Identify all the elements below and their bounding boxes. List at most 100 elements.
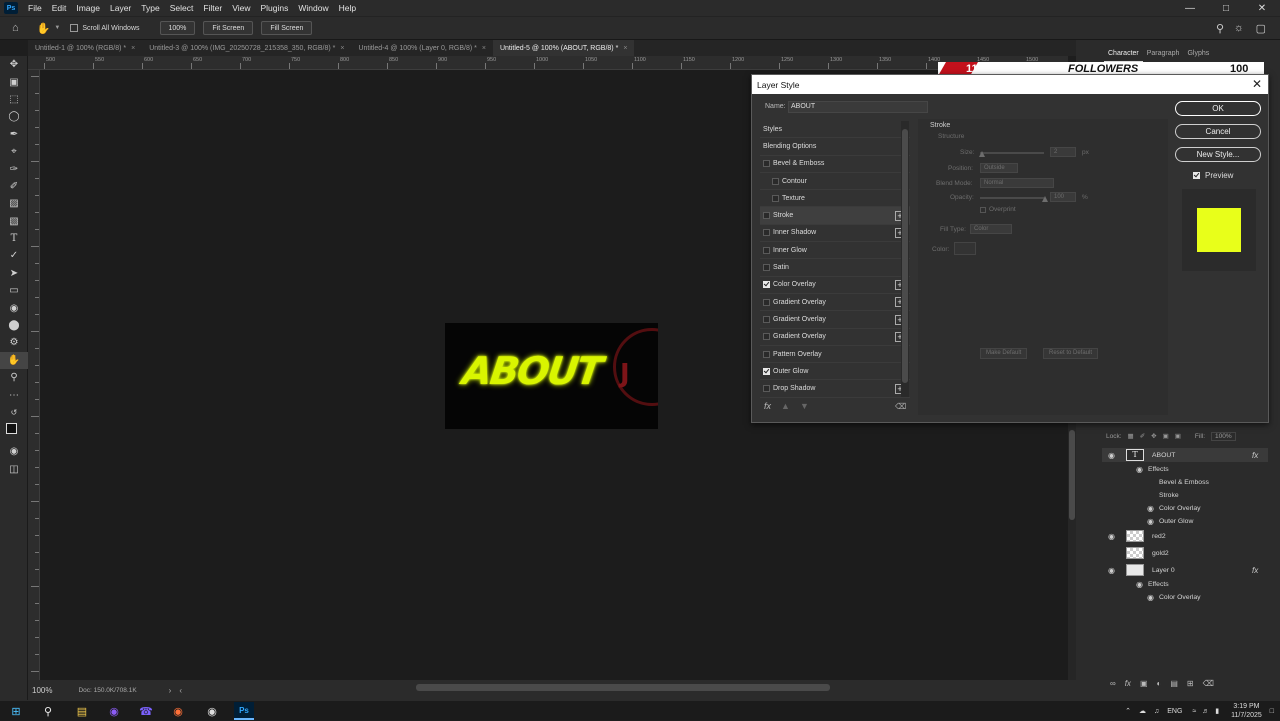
language-indicator[interactable]: ENG (1167, 708, 1182, 715)
rectangle-tool-icon[interactable]: ▭ (0, 282, 28, 299)
eyedropper-tool-icon[interactable]: ✑ (0, 160, 28, 177)
volume-icon[interactable]: ♬ (1202, 708, 1209, 715)
maximize-icon[interactable]: □ (1208, 0, 1244, 16)
folder-icon[interactable]: ▤ (1170, 679, 1178, 691)
menu-type[interactable]: Type (136, 3, 164, 13)
layer-name[interactable]: ABOUT (1152, 452, 1175, 459)
fx-icon[interactable]: fx (1252, 451, 1258, 460)
style-stroke[interactable]: Stroke + (760, 207, 910, 225)
marquee-tool-icon[interactable]: ⬚ (0, 91, 28, 108)
checkbox-icon[interactable] (763, 212, 770, 220)
minimize-icon[interactable]: — (1172, 0, 1208, 16)
search-icon[interactable]: ⚲ (40, 703, 56, 719)
new-layer-icon[interactable]: ⊞ (1187, 679, 1194, 691)
zoom-level[interactable]: 100% (32, 686, 52, 695)
close-icon[interactable]: × (131, 45, 135, 52)
checkbox-icon[interactable] (763, 229, 770, 237)
crop-tool-icon[interactable]: ⌖ (0, 143, 28, 160)
workspace-icon[interactable]: ▢ (1256, 22, 1266, 35)
layer-row-about[interactable]: ◉ T ABOUT fx (1102, 448, 1268, 462)
chevron-up-icon[interactable]: ⌃ (1125, 707, 1131, 715)
mask-icon[interactable]: ▣ (1140, 679, 1148, 691)
trash-icon[interactable]: ⌫ (895, 402, 906, 411)
more-tools-icon[interactable]: ⋯ (0, 386, 28, 403)
menu-filter[interactable]: Filter (198, 3, 227, 13)
effect-row[interactable]: Stroke (1102, 489, 1268, 501)
style-pattern-overlay[interactable]: Pattern Overlay (760, 346, 910, 364)
tab-character[interactable]: Character (1104, 48, 1143, 62)
fx-icon[interactable]: fx (764, 401, 771, 411)
close-icon[interactable]: × (623, 45, 627, 52)
close-icon[interactable]: × (340, 45, 344, 52)
styles-list-item[interactable]: Blending Options (760, 138, 910, 156)
battery-icon[interactable]: ▮ (1215, 707, 1219, 715)
tab-untitled-1[interactable]: Untitled-1 @ 100% (RGB/8) * × (28, 40, 142, 56)
tab-untitled-4[interactable]: Untitled-4 @ 100% (Layer 0, RGB/8) * × (351, 40, 492, 56)
style-bevel-emboss[interactable]: Bevel & Emboss (760, 156, 910, 173)
opacity-field[interactable]: 100 (1050, 192, 1076, 202)
brush-tool-icon[interactable]: ✐ (0, 178, 28, 195)
size-slider[interactable] (980, 152, 1044, 154)
checkbox-icon[interactable] (763, 160, 770, 168)
color-swatches-icon[interactable] (0, 421, 28, 443)
fx-icon[interactable]: fx (1125, 679, 1131, 691)
size-slider-handle[interactable] (979, 151, 985, 157)
microphone-icon[interactable]: ♫ (1154, 708, 1159, 715)
quick-mask-icon[interactable]: ◉ (0, 443, 28, 460)
checkbox-checked-icon[interactable] (1193, 172, 1200, 179)
zoom-100-button[interactable]: 100% (159, 21, 196, 35)
menu-help[interactable]: Help (334, 3, 361, 13)
browser-icon[interactable]: ◉ (106, 703, 122, 719)
artboard-tool-icon[interactable]: ▣ (0, 73, 28, 90)
dodge-tool-icon[interactable]: ⚙ (0, 334, 28, 351)
paint-bucket-icon[interactable]: ◉ (0, 299, 28, 316)
screen-mode-icon[interactable]: ◫ (0, 461, 28, 478)
visibility-eye-icon[interactable]: ◉ (1147, 593, 1154, 602)
close-icon[interactable]: ✕ (1244, 0, 1280, 16)
hand-tool-icon[interactable]: ✋ (37, 22, 51, 35)
visibility-eye-icon[interactable]: ◉ (1108, 532, 1115, 541)
name-field[interactable]: ABOUT (788, 101, 928, 113)
checkbox-icon[interactable] (763, 246, 770, 254)
styles-scroll-thumb[interactable] (902, 129, 908, 383)
styles-list-item[interactable]: Styles (760, 121, 910, 139)
checkbox-icon[interactable] (772, 177, 779, 185)
overprint-checkbox[interactable]: Overprint (980, 206, 1016, 213)
chevron-down-icon[interactable]: ▼ (54, 25, 60, 31)
new-style-button[interactable]: New Style... (1175, 147, 1261, 162)
move-down-icon[interactable]: ▼ (800, 401, 809, 411)
cancel-button[interactable]: Cancel (1175, 124, 1261, 139)
clock[interactable]: 3:19 PM 11/7/2025 (1223, 702, 1270, 720)
style-color-overlay[interactable]: Color Overlay + (760, 277, 910, 294)
visibility-eye-icon[interactable]: ◉ (1108, 451, 1115, 460)
style-contour[interactable]: Contour (760, 173, 910, 191)
style-satin[interactable]: Satin (760, 259, 910, 277)
effect-row[interactable]: ◉ Color Overlay (1102, 502, 1268, 514)
size-field[interactable]: 2 (1050, 147, 1076, 157)
layer-row-gold2[interactable]: gold2 (1102, 546, 1268, 560)
visibility-eye-icon[interactable]: ◉ (1136, 580, 1143, 589)
file-explorer-icon[interactable]: ▤ (74, 703, 90, 719)
checkbox-icon[interactable] (763, 264, 770, 272)
close-icon[interactable]: ✕ (1252, 77, 1262, 91)
chevron-right-icon[interactable]: › (169, 686, 172, 695)
eraser-tool-icon[interactable]: ▨ (0, 195, 28, 212)
checkbox-icon[interactable] (70, 24, 79, 32)
menu-plugins[interactable]: Plugins (255, 3, 293, 13)
tab-paragraph[interactable]: Paragraph (1143, 48, 1184, 62)
effect-row[interactable]: ◉ Color Overlay (1102, 591, 1268, 603)
vertical-scroll-thumb[interactable] (1069, 430, 1075, 520)
cloud-icon[interactable]: ☁ (1139, 707, 1146, 715)
path-select-tool-icon[interactable]: ➤ (0, 265, 28, 282)
blend-mode-select[interactable]: Normal (980, 178, 1054, 188)
opacity-slider-handle[interactable] (1042, 196, 1048, 202)
style-gradient-overlay[interactable]: Gradient Overlay + (760, 294, 910, 312)
swap-colors-icon[interactable]: ↺ (0, 404, 28, 421)
adjustment-icon[interactable]: ◐ (1157, 679, 1162, 691)
menu-select[interactable]: Select (165, 3, 199, 13)
menu-image[interactable]: Image (71, 3, 105, 13)
menu-window[interactable]: Window (293, 3, 333, 13)
wifi-icon[interactable]: ≈ (1192, 708, 1196, 715)
fill-screen-button[interactable]: Fill Screen (261, 21, 313, 35)
menu-view[interactable]: View (227, 3, 255, 13)
